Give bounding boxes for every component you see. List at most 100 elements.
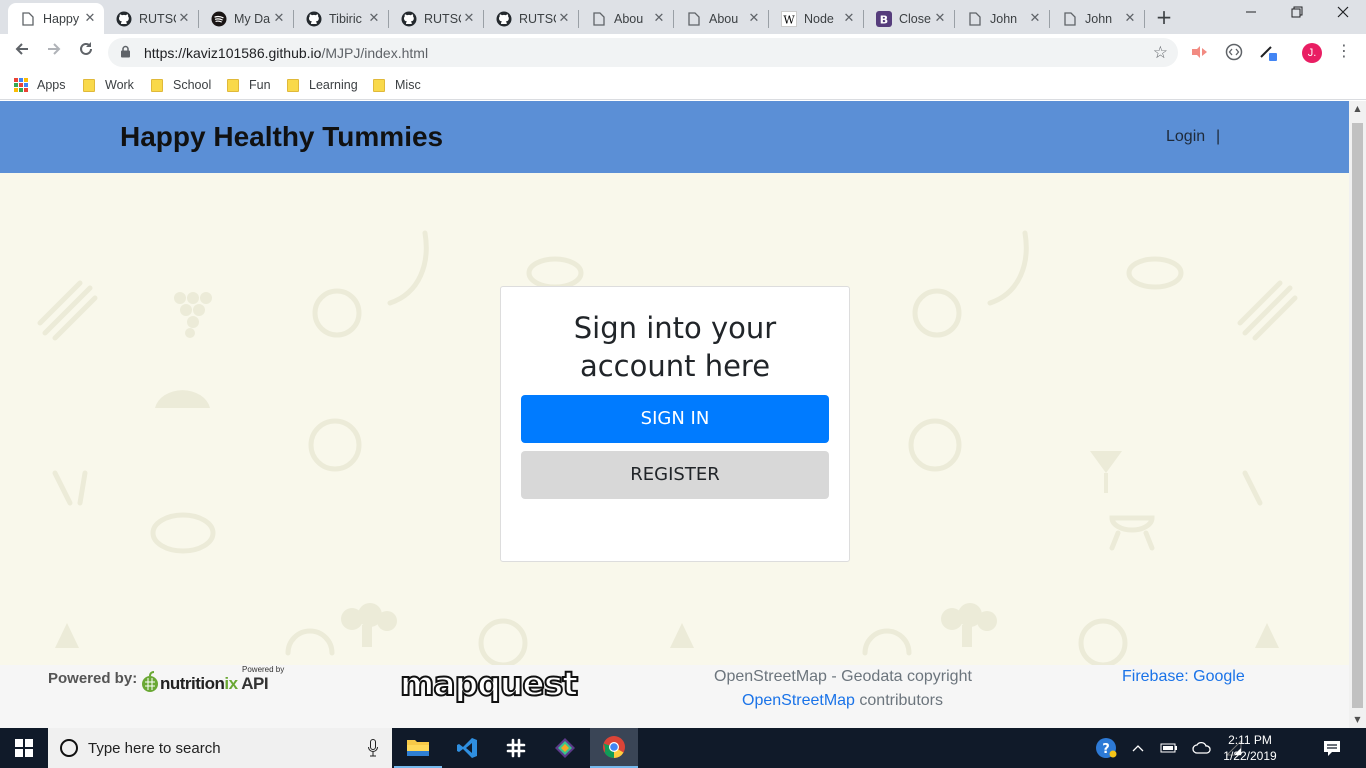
slack-icon[interactable] xyxy=(492,728,540,768)
taskbar-search-placeholder: Type here to search xyxy=(88,739,221,757)
tab-about-1[interactable]: Abou ✕ xyxy=(579,3,673,34)
vscode-icon[interactable] xyxy=(443,728,491,768)
bookmarks-bar: Apps Work School Fun Learning Misc xyxy=(0,70,1366,100)
tab-title: Node xyxy=(804,11,834,26)
close-tab-icon[interactable]: ✕ xyxy=(1027,11,1043,26)
onedrive-cloud-icon[interactable] xyxy=(1190,738,1214,758)
forward-button[interactable] xyxy=(42,40,66,64)
page-scrollbar[interactable]: ▲ ▼ xyxy=(1349,101,1366,728)
tab-tibiric[interactable]: Tibiric ✕ xyxy=(294,3,388,34)
scroll-down-arrow-icon[interactable]: ▼ xyxy=(1349,712,1366,728)
minimize-icon xyxy=(1246,11,1256,13)
close-tab-icon[interactable]: ✕ xyxy=(746,11,762,26)
steak-icon xyxy=(150,512,216,554)
login-link[interactable]: Login xyxy=(1166,128,1205,146)
tab-happy[interactable]: Happy ✕ xyxy=(8,3,104,34)
tab-title: Abou xyxy=(614,11,644,26)
close-tab-icon[interactable]: ✕ xyxy=(841,11,857,26)
folder-icon xyxy=(151,78,163,92)
scroll-up-arrow-icon[interactable]: ▲ xyxy=(1349,101,1366,117)
page-viewport: Happy Healthy Tummies Login | Sign into … xyxy=(0,101,1349,728)
close-tab-icon[interactable]: ✕ xyxy=(461,11,477,26)
tab-title: John xyxy=(1085,11,1113,26)
taskbar-clock[interactable]: 2:11 PM 1/22/2019 xyxy=(1222,732,1278,764)
tab-rutsc-3[interactable]: RUTSC ✕ xyxy=(484,3,578,34)
gitkraken-icon[interactable] xyxy=(541,728,589,768)
page-icon xyxy=(967,11,983,27)
register-button[interactable]: REGISTER xyxy=(521,451,829,499)
bookmark-learning[interactable]: Learning xyxy=(287,76,358,94)
browser-menu-icon[interactable]: ⋮ xyxy=(1336,40,1352,64)
tab-my-da[interactable]: My Da ✕ xyxy=(199,3,293,34)
tab-rutsc-2[interactable]: RUTSC ✕ xyxy=(389,3,483,34)
new-tab-button[interactable]: + xyxy=(1152,6,1176,30)
close-tab-icon[interactable]: ✕ xyxy=(176,11,192,26)
start-button[interactable] xyxy=(0,728,48,768)
battery-icon[interactable] xyxy=(1157,738,1181,758)
bookmark-work[interactable]: Work xyxy=(83,76,134,94)
close-tab-icon[interactable]: ✕ xyxy=(932,11,948,26)
show-hidden-icons-chevron-icon[interactable] xyxy=(1126,738,1150,758)
tab-close[interactable]: B Close ✕ xyxy=(864,3,954,34)
close-window-button[interactable] xyxy=(1320,0,1366,30)
minimize-button[interactable] xyxy=(1228,0,1274,30)
tab-node[interactable]: W Node ✕ xyxy=(769,3,863,34)
asparagus-icon xyxy=(37,280,98,341)
microphone-icon[interactable] xyxy=(368,739,378,757)
bookmark-label: Work xyxy=(105,78,134,92)
scrollbar-thumb[interactable] xyxy=(1352,123,1363,708)
close-tab-icon[interactable]: ✕ xyxy=(366,11,382,26)
banana-icon xyxy=(387,230,429,306)
picker-extension-icon[interactable] xyxy=(1258,42,1278,62)
page-icon xyxy=(591,11,607,27)
profile-avatar[interactable]: J. xyxy=(1302,43,1322,63)
reload-button[interactable] xyxy=(74,40,98,64)
close-tab-icon[interactable]: ✕ xyxy=(82,11,98,26)
github-icon xyxy=(496,11,512,27)
restore-button[interactable] xyxy=(1274,0,1320,30)
file-explorer-icon[interactable] xyxy=(394,728,442,768)
back-button[interactable] xyxy=(10,40,34,64)
bookmark-fun[interactable]: Fun xyxy=(227,76,271,94)
mapquest-logo[interactable]: mapquest xyxy=(399,664,579,704)
osm-link[interactable]: OpenStreetMap xyxy=(742,692,855,709)
github-icon xyxy=(306,11,322,27)
signin-card: Sign into your account here SIGN IN REGI… xyxy=(500,286,850,562)
powered-by-label: Powered by: xyxy=(48,670,138,687)
tab-john-2[interactable]: John ✕ xyxy=(1050,3,1144,34)
bookmark-star-icon[interactable]: ☆ xyxy=(1153,43,1168,63)
github-icon xyxy=(116,11,132,27)
bookmark-label: Apps xyxy=(37,78,66,92)
sign-in-button[interactable]: SIGN IN xyxy=(521,395,829,443)
back-arrow-icon xyxy=(15,43,28,55)
taskbar-search[interactable]: Type here to search xyxy=(48,728,392,768)
action-center-icon[interactable] xyxy=(1322,738,1342,758)
help-icon[interactable]: ? xyxy=(1094,738,1118,758)
grill-icon xyxy=(1109,515,1155,551)
osm-contributors-text: OpenStreetMap contributors xyxy=(742,692,943,710)
bookmark-school[interactable]: School xyxy=(151,76,211,94)
pineapple-icon xyxy=(55,623,79,648)
donut-icon xyxy=(1078,618,1128,665)
close-tab-icon[interactable]: ✕ xyxy=(556,11,572,26)
close-tab-icon[interactable]: ✕ xyxy=(1122,11,1138,26)
clock-time: 2:11 PM xyxy=(1228,733,1272,747)
site-brand[interactable]: Happy Healthy Tummies xyxy=(120,121,443,153)
tab-john-1[interactable]: John ✕ xyxy=(955,3,1049,34)
code-extension-icon[interactable] xyxy=(1224,42,1244,62)
asparagus-icon xyxy=(1237,280,1298,341)
apple-icon xyxy=(142,671,158,692)
tab-strip: Happy ✕ RUTSC ✕ My Da ✕ Tibiric ✕ RUTSC … xyxy=(0,0,1366,34)
close-tab-icon[interactable]: ✕ xyxy=(271,11,287,26)
close-tab-icon[interactable]: ✕ xyxy=(651,11,667,26)
bookmark-misc[interactable]: Misc xyxy=(373,76,421,94)
chrome-icon[interactable] xyxy=(590,728,638,768)
extension-icon[interactable] xyxy=(1190,42,1210,62)
tab-about-2[interactable]: Abou ✕ xyxy=(674,3,768,34)
address-bar[interactable]: https://kaviz101586.github.io/MJPJ/index… xyxy=(108,38,1178,67)
bookmark-apps[interactable]: Apps xyxy=(14,76,66,94)
windows-logo-icon xyxy=(15,739,33,757)
tab-rutsc-1[interactable]: RUTSC ✕ xyxy=(104,3,198,34)
roast-chicken-icon xyxy=(155,390,210,408)
firebase-link[interactable]: Firebase: Google xyxy=(1122,668,1245,685)
